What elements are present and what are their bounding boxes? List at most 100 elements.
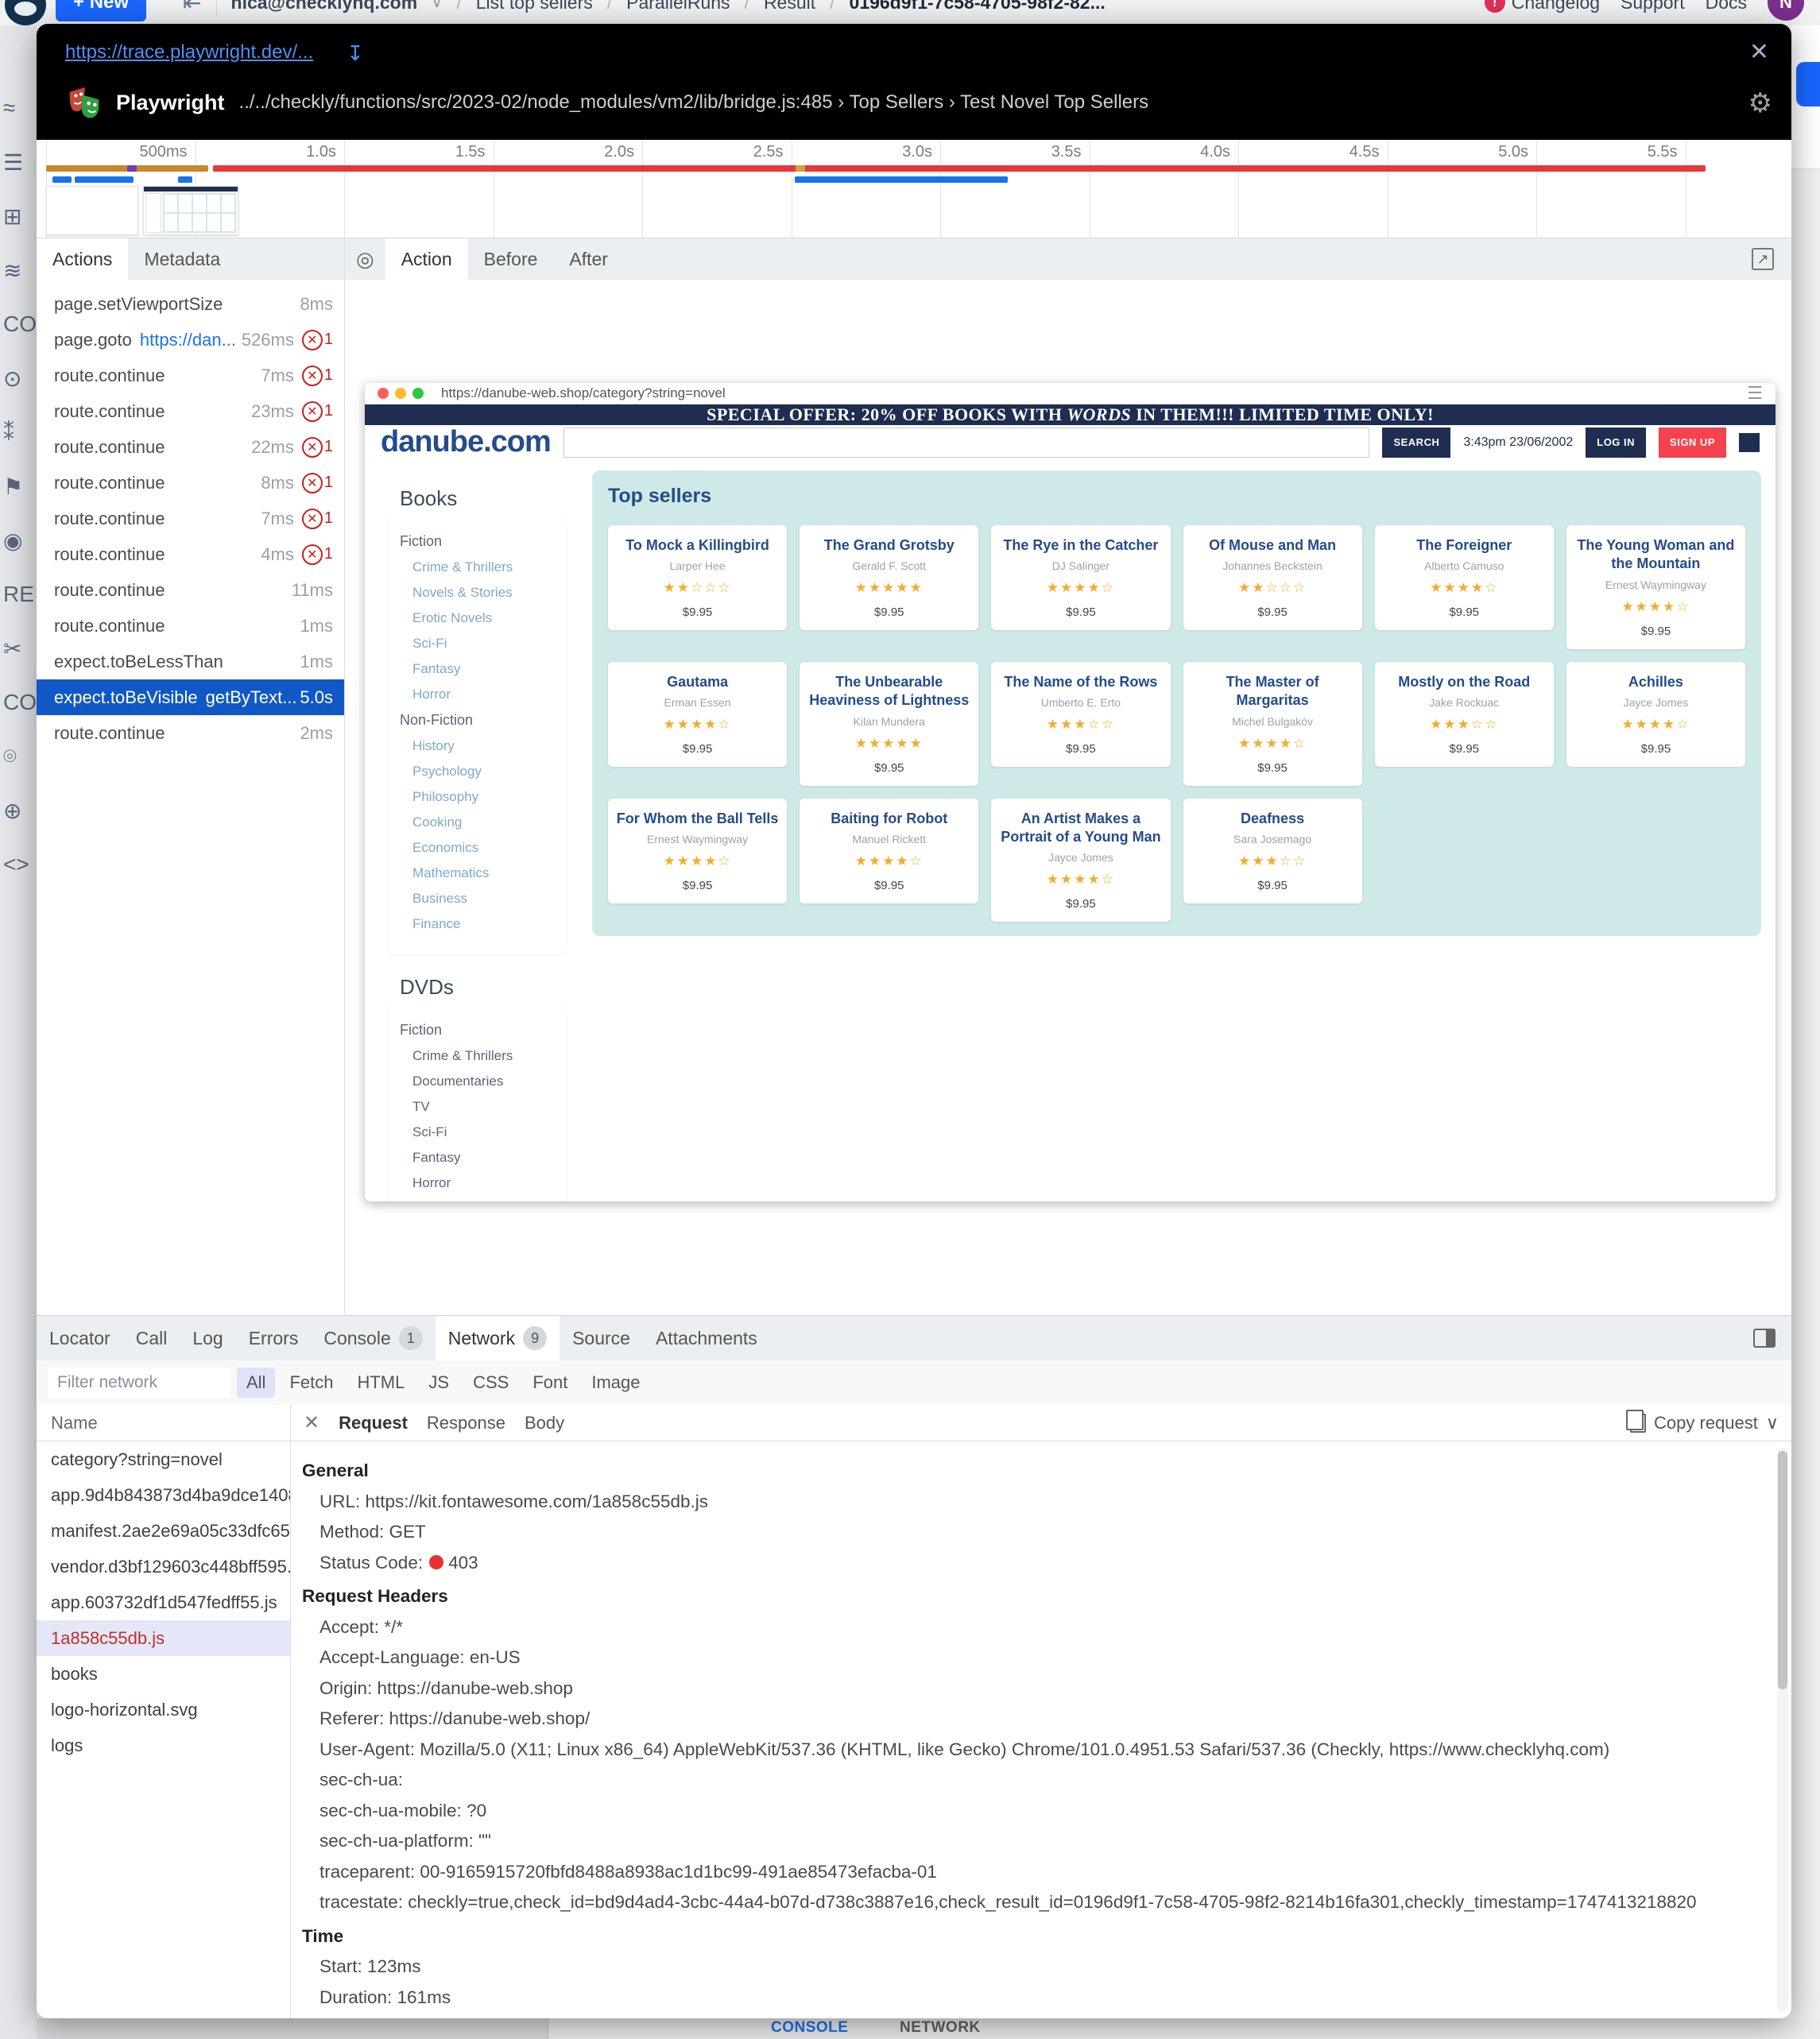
category-link[interactable]: Sci-Fi	[412, 636, 556, 652]
filter-chip-fetch[interactable]: Fetch	[280, 1368, 343, 1398]
category-link[interactable]: Cooking	[412, 814, 556, 830]
settings-gear-icon[interactable]: ⚙	[1748, 87, 1772, 119]
book-card[interactable]: Gautama Erman Essen ★★★★☆ $9.95	[608, 662, 787, 767]
category-link[interactable]: Economics	[412, 840, 556, 856]
dock-tab-source[interactable]: Source	[560, 1316, 643, 1360]
network-row[interactable]: 1a858c55db.js	[37, 1620, 290, 1656]
dock-tab-errors[interactable]: Errors	[236, 1316, 312, 1360]
back-arrow-icon[interactable]: ⇤	[183, 0, 201, 16]
book-card[interactable]: Mostly on the Road Jake Rockuac ★★★☆☆ $9…	[1375, 662, 1554, 767]
action-row[interactable]: route.continue 7ms✕1	[37, 358, 344, 393]
category-link[interactable]: Crime & Thrillers	[412, 1048, 556, 1064]
danube-logo[interactable]: danube.com	[381, 425, 551, 459]
category-link[interactable]: Finance	[412, 916, 556, 932]
book-card[interactable]: Achilles Jayce Jomes ★★★★☆ $9.95	[1566, 662, 1745, 767]
docs-link[interactable]: Docs	[1706, 0, 1747, 14]
network-row[interactable]: logs	[37, 1728, 290, 1763]
category-link[interactable]: History	[412, 738, 556, 754]
action-row[interactable]: page.setViewportSize 8ms	[37, 286, 344, 322]
category-link[interactable]: TV	[412, 1099, 556, 1115]
category-link[interactable]: Psychology	[412, 764, 556, 780]
checkly-logo[interactable]	[5, 0, 46, 25]
copy-request-button[interactable]: Copy request ∨	[1630, 1413, 1779, 1433]
filmstrip-thumbnail-blank[interactable]	[46, 186, 138, 235]
filter-chip-js[interactable]: JS	[419, 1368, 459, 1398]
trace-url-link[interactable]: https://trace.playwright.dev/...	[65, 41, 313, 64]
close-detail-icon[interactable]: ✕	[304, 1411, 319, 1434]
filter-chip-font[interactable]: Font	[523, 1368, 577, 1398]
support-link[interactable]: Support	[1621, 0, 1685, 14]
category-link[interactable]: Fantasy	[412, 1150, 556, 1166]
action-row[interactable]: route.continue 22ms✕1	[37, 429, 344, 465]
tab-action[interactable]: Action	[385, 238, 468, 280]
tab-response[interactable]: Response	[427, 1413, 505, 1433]
chevron-down-icon[interactable]: ∨	[432, 0, 442, 11]
network-row[interactable]: vendor.d3bf129603c448bff595.	[37, 1549, 290, 1584]
book-card[interactable]: The Rye in the Catcher DJ Salinger ★★★★☆…	[991, 525, 1170, 630]
network-row[interactable]: manifest.2ae2e69a05c33dfc65f	[37, 1513, 290, 1549]
filter-chip-all[interactable]: All	[237, 1368, 275, 1398]
tab-actions[interactable]: Actions	[37, 238, 128, 280]
site-search-input[interactable]	[563, 428, 1370, 458]
tab-network[interactable]: NETWORK	[900, 2019, 981, 2037]
book-card[interactable]: The Name of the Rows Umberto E. Erto ★★★…	[991, 662, 1170, 767]
category-link[interactable]: Erotic Novels	[412, 610, 556, 626]
detail-scrollbar[interactable]	[1777, 1448, 1788, 2012]
action-row[interactable]: route.continue 1ms	[37, 608, 344, 644]
action-row[interactable]: page.goto https://dan... 526ms✕1	[37, 322, 344, 358]
book-card[interactable]: Of Mouse and Man Johannes Beckstein ★★☆☆…	[1183, 525, 1362, 630]
action-row[interactable]: route.continue 11ms	[37, 572, 344, 608]
cart-icon[interactable]	[1739, 433, 1760, 452]
category-link[interactable]: Mathematics	[412, 865, 556, 881]
open-snapshot-external-icon[interactable]: ↗	[1752, 248, 1774, 270]
breadcrumb-item[interactable]: Result	[764, 0, 815, 14]
network-row[interactable]: app.603732df1d547fedff55.js	[37, 1584, 290, 1620]
dock-tab-attachments[interactable]: Attachments	[643, 1316, 770, 1360]
book-card[interactable]: Baiting for Robot Manuel Rickett ★★★★☆ $…	[800, 799, 978, 903]
book-card[interactable]: The Grand Grotsby Gerald F. Scott ★★★★★ …	[800, 525, 978, 630]
action-row[interactable]: route.continue 8ms✕1	[37, 465, 344, 501]
dock-tab-call[interactable]: Call	[123, 1316, 180, 1360]
network-row[interactable]: app.9d4b843873d4ba9dce1408	[37, 1477, 290, 1513]
action-url-link[interactable]: https://dan...	[140, 330, 236, 350]
tab-console[interactable]: CONSOLE	[771, 2019, 848, 2037]
breadcrumb-item[interactable]: ParallelRuns	[626, 0, 730, 14]
category-link[interactable]: Fantasy	[412, 661, 556, 677]
action-row[interactable]: route.continue 23ms✕1	[37, 393, 344, 429]
new-button[interactable]: + New	[56, 0, 146, 21]
category-link[interactable]: Business	[412, 891, 556, 907]
login-button[interactable]: LOG IN	[1586, 428, 1646, 458]
dock-tab-network[interactable]: Network9	[436, 1316, 560, 1360]
category-link[interactable]: Horror	[412, 687, 556, 702]
book-card[interactable]: The Foreigner Alberto Camuso ★★★★☆ $9.95	[1375, 525, 1554, 630]
category-link[interactable]: Crime & Thrillers	[412, 559, 556, 575]
action-row[interactable]: route.continue 4ms✕1	[37, 536, 344, 572]
search-button[interactable]: SEARCH	[1382, 428, 1450, 458]
account-email[interactable]: nica@checklyhq.com	[231, 0, 418, 14]
filter-chip-html[interactable]: HTML	[347, 1368, 414, 1398]
book-card[interactable]: An Artist Makes a Portrait of a Young Ma…	[991, 799, 1170, 923]
pick-locator-icon[interactable]: ◎	[345, 238, 385, 280]
filmstrip-thumbnail-page[interactable]	[143, 186, 238, 235]
action-row[interactable]: route.continue 2ms	[37, 715, 344, 751]
action-row[interactable]: expect.toBeVisible getByText... 5.0s	[37, 679, 344, 715]
book-card[interactable]: Deafness Sara Josemago ★★★☆☆ $9.95	[1183, 799, 1362, 903]
tab-body[interactable]: Body	[525, 1413, 564, 1433]
breadcrumb-item[interactable]: List top sellers	[476, 0, 593, 14]
layout-toggle-icon[interactable]	[1753, 1329, 1775, 1348]
tab-before[interactable]: Before	[468, 238, 554, 280]
close-icon[interactable]: ✕	[1749, 38, 1769, 66]
book-card[interactable]: The Unbearable Heaviness of Lightness Ki…	[800, 662, 978, 786]
trace-timeline[interactable]: 500ms 1.0s 1.5s 2.0s 2.5s 3.0s 3.5s 4.0s…	[37, 140, 1791, 238]
tab-after[interactable]: After	[553, 238, 624, 280]
category-link[interactable]: Documentaries	[412, 1074, 556, 1089]
action-row[interactable]: expect.toBeLessThan 1ms	[37, 644, 344, 679]
book-card[interactable]: The Master of Margaritas Michel Bulgakòv…	[1183, 662, 1362, 786]
tab-request[interactable]: Request	[339, 1413, 408, 1433]
signup-button[interactable]: SIGN UP	[1659, 428, 1726, 458]
user-avatar[interactable]: N	[1768, 0, 1804, 21]
network-row[interactable]: logo-horizontal.svg	[37, 1692, 290, 1728]
category-link[interactable]: Sci-Fi	[412, 1124, 556, 1140]
dock-tab-console[interactable]: Console1	[311, 1316, 435, 1360]
book-card[interactable]: To Mock a Killingbird Larper Hee ★★☆☆☆ $…	[608, 525, 787, 630]
